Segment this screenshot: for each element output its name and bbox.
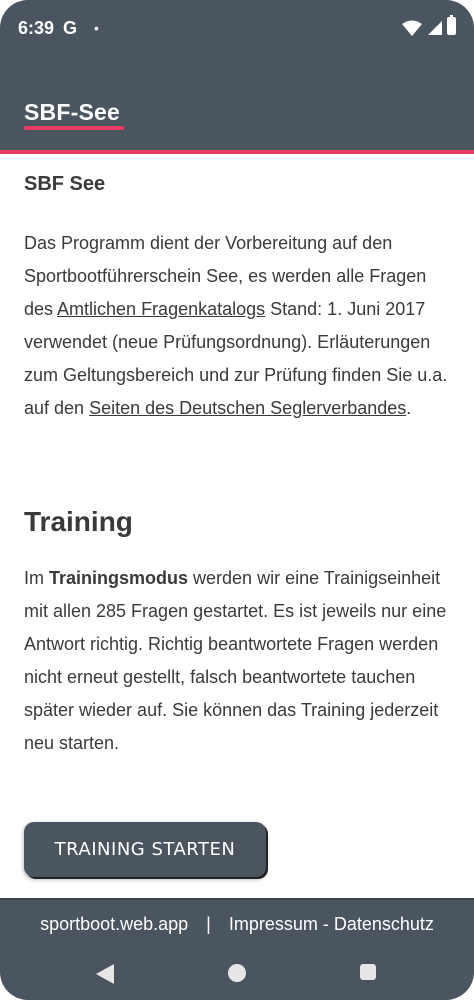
- start-training-button[interactable]: TRAINING STARTEN: [24, 822, 266, 877]
- cell-signal-icon: [428, 21, 442, 35]
- intro-paragraph: Das Programm dient der Vorbereitung auf …: [24, 227, 454, 425]
- training-mode-bold: Trainingsmodus: [49, 568, 189, 588]
- google-g-icon: G: [63, 18, 78, 38]
- recents-square-icon[interactable]: [360, 964, 376, 980]
- accent-divider: [0, 150, 474, 154]
- app-screen: 6:39 G • SBF-See SBF See Das Programm di…: [0, 0, 474, 1000]
- intro-text-end: .: [406, 398, 412, 418]
- training-text-rest: werden wir eine Trainigseinheit mit alle…: [24, 568, 447, 753]
- status-bar: 6:39 G •: [0, 0, 474, 56]
- footer-separator: |: [206, 914, 211, 934]
- seglerverband-link[interactable]: Seiten des Deutschen Seglerverbandes: [89, 398, 406, 418]
- intro-heading: SBF See: [24, 173, 106, 195]
- app-title[interactable]: SBF-See: [24, 99, 120, 126]
- status-time: 6:39: [18, 18, 55, 38]
- notification-dot-icon: •: [94, 20, 99, 36]
- footer-links: sportboot.web.app | Impressum - Datenschut…: [0, 914, 474, 935]
- back-triangle-icon[interactable]: [96, 964, 114, 984]
- footer-site-link[interactable]: sportboot.web.app: [40, 914, 188, 935]
- home-circle-icon[interactable]: [228, 964, 246, 982]
- training-text-prefix: Im: [24, 568, 49, 588]
- training-heading: Training: [24, 506, 133, 537]
- wifi-icon: [402, 20, 422, 36]
- active-tab-indicator: [24, 126, 124, 130]
- footer-legal-link[interactable]: Impressum - Datenschutz: [229, 914, 434, 935]
- top-app-bar: 6:39 G • SBF-See: [0, 0, 474, 150]
- fragenkatalog-link[interactable]: Amtlichen Fragenkatalogs: [57, 299, 265, 319]
- training-paragraph: Im Trainingsmodus werden wir eine Traini…: [24, 562, 454, 760]
- system-nav-bar: [0, 950, 474, 1000]
- battery-icon: [447, 15, 456, 35]
- footer: sportboot.web.app | Impressum - Datenschut…: [0, 898, 474, 952]
